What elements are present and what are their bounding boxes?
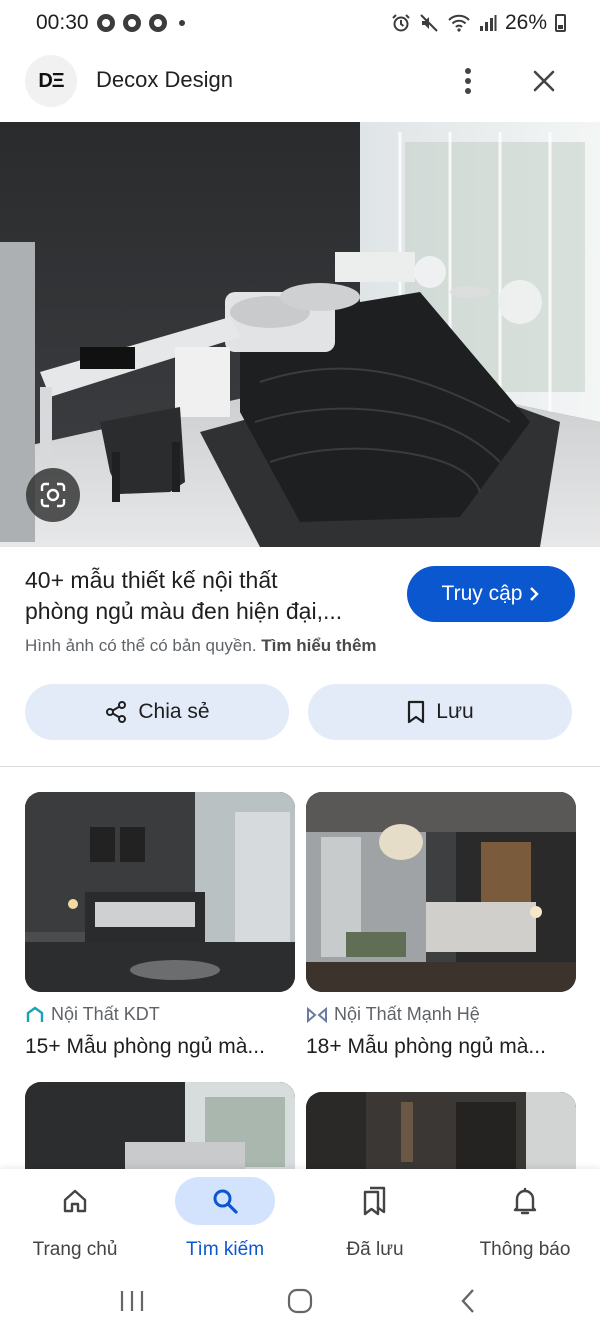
site-logo[interactable]: DΞ [25, 55, 77, 107]
main-image[interactable] [0, 122, 600, 547]
nav-icon-container [325, 1177, 425, 1225]
nav-saved[interactable]: Đã lưu [300, 1169, 450, 1269]
kdt-logo-icon [26, 1006, 44, 1022]
related-source-name: Nội Thất Mạnh Hệ [334, 1004, 480, 1024]
share-icon [106, 701, 127, 723]
nav-saved-label: Đã lưu [346, 1239, 404, 1260]
bedroom-thumbnail-image [25, 792, 295, 992]
home-button[interactable] [270, 1279, 330, 1323]
close-icon [533, 70, 555, 92]
status-right: 26% [391, 11, 566, 35]
site-name[interactable]: Decox Design [96, 67, 233, 93]
chrome-notification-icon [122, 14, 141, 32]
home-icon [63, 1189, 87, 1213]
more-vert-icon [465, 68, 471, 94]
nav-icon-container [475, 1177, 575, 1225]
status-left: 00:30 [36, 11, 185, 35]
battery-icon [555, 14, 566, 32]
related-source-name: Nội Thất KDT [51, 1004, 160, 1024]
back-button[interactable] [438, 1279, 498, 1323]
more-options-button[interactable] [450, 61, 486, 101]
lens-icon [40, 482, 66, 508]
related-title[interactable]: 18+ Mẫu phòng ngủ mà... [306, 1035, 576, 1059]
nav-home-label: Trang chủ [32, 1239, 118, 1260]
header: DΞ Decox Design [0, 50, 600, 112]
alarm-icon [392, 14, 410, 32]
battery-percent: 26% [504, 11, 547, 34]
related-card[interactable]: Nội Thất Mạnh Hệ 18+ Mẫu phòng ngủ mà... [306, 792, 576, 1059]
nav-notifications-label: Thông báo [479, 1239, 571, 1260]
copyright-text: Hình ảnh có thể có bản quyền. [25, 636, 257, 655]
bedroom-photo [0, 122, 600, 547]
divider [0, 766, 600, 767]
bottom-navigation: Trang chủ Tìm kiếm Đã lưu Thông báo [0, 1169, 600, 1269]
manh-he-logo-icon [307, 1006, 327, 1023]
recent-apps-button[interactable] [102, 1279, 162, 1323]
clock: 00:30 [36, 11, 89, 34]
result-title-line2: phòng ngủ màu đen hiện đại,... [25, 598, 343, 624]
related-card[interactable]: Nội Thất KDT 15+ Mẫu phòng ngủ mà... [25, 792, 295, 1059]
lens-search-button[interactable] [26, 468, 80, 522]
related-title[interactable]: 15+ Mẫu phòng ngủ mà... [25, 1035, 295, 1059]
nav-search[interactable]: Tìm kiếm [150, 1169, 300, 1269]
bookmarks-icon [363, 1186, 386, 1216]
result-title[interactable]: 40+ mẫu thiết kế nội thất phòng ngủ màu … [25, 565, 390, 627]
chrome-notification-icon [96, 14, 115, 32]
nav-icon-container [175, 1177, 275, 1225]
related-source[interactable]: Nội Thất Mạnh Hệ [306, 1004, 576, 1025]
mute-icon [420, 14, 438, 32]
result-title-line1: 40+ mẫu thiết kế nội thất [25, 567, 278, 593]
nav-search-label: Tìm kiếm [185, 1239, 265, 1260]
copyright-notice: Hình ảnh có thể có bản quyền. Tìm hiểu t… [25, 636, 377, 656]
related-thumbnail[interactable] [306, 792, 576, 992]
save-label: Lưu [436, 700, 474, 723]
recent-apps-icon [120, 1291, 144, 1311]
back-icon [461, 1289, 474, 1313]
wifi-icon [448, 14, 470, 32]
close-button[interactable] [524, 61, 564, 101]
chrome-notification-icon [148, 14, 167, 32]
related-source[interactable]: Nội Thất KDT [25, 1004, 295, 1025]
bell-icon [513, 1187, 537, 1215]
status-bar: 00:30 26% [0, 0, 600, 46]
signal-icon [479, 15, 497, 31]
share-label: Chia sẻ [138, 700, 210, 723]
related-thumbnail[interactable] [25, 792, 295, 992]
more-notifications-icon [178, 20, 185, 26]
nav-home[interactable]: Trang chủ [0, 1169, 150, 1269]
bedroom-thumbnail-image [306, 792, 576, 992]
home-circle-icon [287, 1288, 313, 1314]
share-button[interactable]: Chia sẻ [25, 684, 289, 740]
visit-label: Truy cập [441, 582, 523, 605]
nav-notifications[interactable]: Thông báo [450, 1169, 600, 1269]
save-button[interactable]: Lưu [308, 684, 572, 740]
chevron-right-icon [530, 587, 540, 601]
learn-more-link[interactable]: Tìm hiểu thêm [261, 636, 376, 655]
search-icon [213, 1189, 238, 1214]
visit-button[interactable]: Truy cập [407, 566, 575, 622]
system-navigation-bar [0, 1269, 600, 1333]
nav-icon-container [25, 1177, 125, 1225]
bookmark-icon [408, 700, 425, 724]
